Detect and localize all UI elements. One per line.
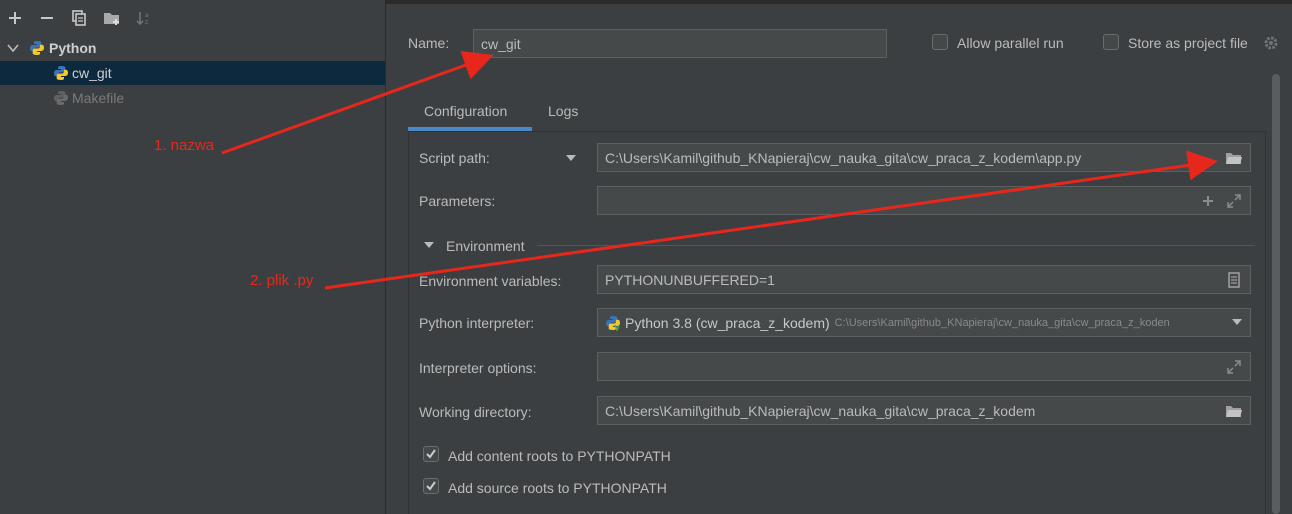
- chevron-down-icon[interactable]: [1231, 318, 1243, 326]
- edit-env-vars-icon[interactable]: [1226, 271, 1242, 289]
- sort-icon[interactable]: az: [134, 8, 154, 28]
- environment-divider: [537, 245, 1255, 246]
- parameters-input[interactable]: [597, 186, 1251, 215]
- tree-group-python[interactable]: Python: [0, 36, 385, 60]
- store-project-label: Store as project file: [1128, 35, 1248, 51]
- chevron-down-icon[interactable]: [6, 41, 20, 55]
- tree-item-cw-git[interactable]: cw_git: [0, 61, 385, 85]
- environment-section-label[interactable]: Environment: [446, 238, 525, 254]
- annotation-py-file: 2. plik .py: [250, 272, 314, 289]
- chevron-down-icon[interactable]: [423, 241, 435, 249]
- script-path-value: C:\Users\Kamil\github_KNapieraj\cw_nauka…: [605, 149, 1082, 166]
- tab-logs[interactable]: Logs: [548, 103, 578, 119]
- run-config-tree-panel: az Python cw_git Makefile: [0, 0, 386, 514]
- chevron-down-icon: [566, 155, 576, 161]
- svg-text:a: a: [145, 12, 149, 19]
- gear-icon[interactable]: [1262, 34, 1280, 52]
- store-project-checkbox[interactable]: [1103, 34, 1119, 50]
- plus-icon[interactable]: [5, 8, 25, 28]
- copy-icon[interactable]: [69, 8, 89, 28]
- tree-item-label: cw_git: [72, 65, 112, 81]
- env-vars-label: Environment variables:: [419, 273, 562, 289]
- expand-icon[interactable]: [1225, 192, 1243, 210]
- interpreter-options-label: Interpreter options:: [419, 360, 537, 376]
- content-roots-label: Add content roots to PYTHONPATH: [448, 448, 671, 464]
- interpreter-options-input[interactable]: [597, 352, 1251, 381]
- python-run-config-icon: [54, 91, 68, 105]
- tree-item-makefile[interactable]: Makefile: [0, 86, 385, 110]
- source-roots-checkbox[interactable]: [423, 478, 439, 494]
- scrollbar[interactable]: [1272, 74, 1280, 514]
- script-type-dropdown[interactable]: [563, 150, 579, 166]
- env-vars-input[interactable]: PYTHONUNBUFFERED=1: [597, 265, 1251, 294]
- working-dir-value: C:\Users\Kamil\github_KNapieraj\cw_nauka…: [605, 402, 1036, 419]
- interpreter-path: C:\Users\Kamil\github_KNapieraj\cw_nauka…: [834, 316, 1170, 329]
- expand-icon[interactable]: [1225, 358, 1243, 376]
- annotation-name: 1. nazwa: [154, 137, 215, 154]
- minus-icon[interactable]: [37, 8, 57, 28]
- interpreter-name: Python 3.8 (cw_praca_z_kodem): [625, 314, 830, 331]
- working-dir-label: Working directory:: [419, 404, 532, 420]
- name-label: Name:: [408, 35, 450, 51]
- python-icon: [30, 41, 44, 55]
- svg-text:z: z: [145, 19, 148, 26]
- interpreter-select[interactable]: Python 3.8 (cw_praca_z_kodem) C:\Users\K…: [597, 308, 1251, 337]
- folder-open-icon[interactable]: [1224, 149, 1244, 167]
- new-folder-icon[interactable]: [102, 8, 122, 28]
- interpreter-label: Python interpreter:: [419, 315, 535, 331]
- name-input[interactable]: cw_git: [473, 29, 887, 58]
- top-divider: [386, 0, 1292, 4]
- parameters-label: Parameters:: [419, 193, 496, 209]
- tree-toolbar: az: [0, 0, 385, 36]
- check-icon: [426, 481, 436, 491]
- source-roots-label: Add source roots to PYTHONPATH: [448, 480, 667, 496]
- check-icon: [426, 449, 436, 459]
- folder-open-icon[interactable]: [1224, 402, 1244, 420]
- tree-group-label: Python: [49, 40, 97, 56]
- working-dir-input[interactable]: C:\Users\Kamil\github_KNapieraj\cw_nauka…: [597, 396, 1251, 425]
- add-parameter-icon[interactable]: [1199, 192, 1217, 210]
- tab-configuration[interactable]: Configuration: [424, 103, 507, 119]
- python-icon: [606, 315, 620, 331]
- tree-item-label: Makefile: [72, 90, 125, 106]
- script-path-label: Script path:: [419, 150, 490, 166]
- python-run-config-icon: [54, 66, 68, 80]
- allow-parallel-checkbox[interactable]: [932, 34, 948, 50]
- script-path-input[interactable]: C:\Users\Kamil\github_KNapieraj\cw_nauka…: [597, 143, 1251, 172]
- content-roots-checkbox[interactable]: [423, 446, 439, 462]
- allow-parallel-label: Allow parallel run: [957, 35, 1064, 51]
